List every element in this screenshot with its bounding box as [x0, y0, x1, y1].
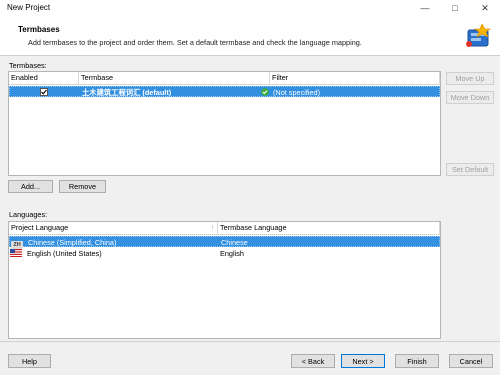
- project-language: English (United States): [27, 249, 102, 258]
- remove-button[interactable]: Remove: [59, 180, 106, 193]
- finish-button[interactable]: Finish: [395, 354, 439, 368]
- maximize-icon[interactable]: □: [440, 0, 470, 16]
- page-title: Termbases: [18, 25, 60, 34]
- close-icon[interactable]: ✕: [470, 0, 500, 16]
- project-language: Chinese (Simplified, China): [28, 238, 117, 247]
- termbase-filter: (Not specified): [273, 88, 321, 97]
- languages-label: Languages:: [9, 210, 48, 219]
- help-button[interactable]: Help: [8, 354, 51, 368]
- back-button[interactable]: < Back: [291, 354, 335, 368]
- termbases-label: Termbases:: [9, 61, 47, 70]
- termbases-grid: Enabled Termbase Filter 土木建筑工程词汇 (defaul…: [8, 71, 441, 176]
- termbase-name: 土木建筑工程词汇 (default): [82, 88, 172, 97]
- wizard-header: Termbases Add termbases to the project a…: [0, 16, 500, 56]
- termbase-language: Chinese: [221, 238, 248, 247]
- set-default-button[interactable]: Set Default: [446, 163, 494, 176]
- table-row[interactable]: ZH Chinese (Simplified, China) Chinese: [9, 236, 440, 249]
- title-bar: New Project — □ ✕: [0, 0, 500, 16]
- footer-divider: [0, 341, 500, 342]
- table-row[interactable]: 土木建筑工程词汇 (default) (Not specified): [9, 86, 440, 97]
- languages-grid: Project Language ↑ Termbase Language ZH …: [8, 221, 441, 339]
- check-circle-icon: [259, 88, 269, 99]
- col-filter[interactable]: Filter: [270, 72, 440, 85]
- page-description: Add termbases to the project and order t…: [28, 38, 362, 47]
- add-button[interactable]: Add...: [8, 180, 53, 193]
- cancel-button[interactable]: Cancel: [449, 354, 493, 368]
- table-row[interactable]: English (United States) English: [9, 248, 440, 259]
- window-title: New Project: [7, 3, 51, 12]
- sort-icon: ↑: [211, 225, 214, 231]
- col-enabled[interactable]: Enabled: [9, 72, 79, 85]
- minimize-icon[interactable]: —: [410, 0, 440, 16]
- termbase-icon: [466, 23, 491, 47]
- us-flag-icon: [10, 249, 23, 260]
- col-termbase[interactable]: Termbase: [79, 72, 270, 85]
- move-up-button[interactable]: Move Up: [446, 72, 494, 85]
- col-termbase-language[interactable]: Termbase Language: [218, 222, 440, 235]
- enabled-checkbox[interactable]: [38, 88, 48, 99]
- next-button[interactable]: Next >: [341, 354, 385, 368]
- col-project-language[interactable]: Project Language ↑: [9, 222, 218, 235]
- termbase-language: English: [220, 249, 244, 258]
- move-down-button[interactable]: Move Down: [446, 91, 494, 104]
